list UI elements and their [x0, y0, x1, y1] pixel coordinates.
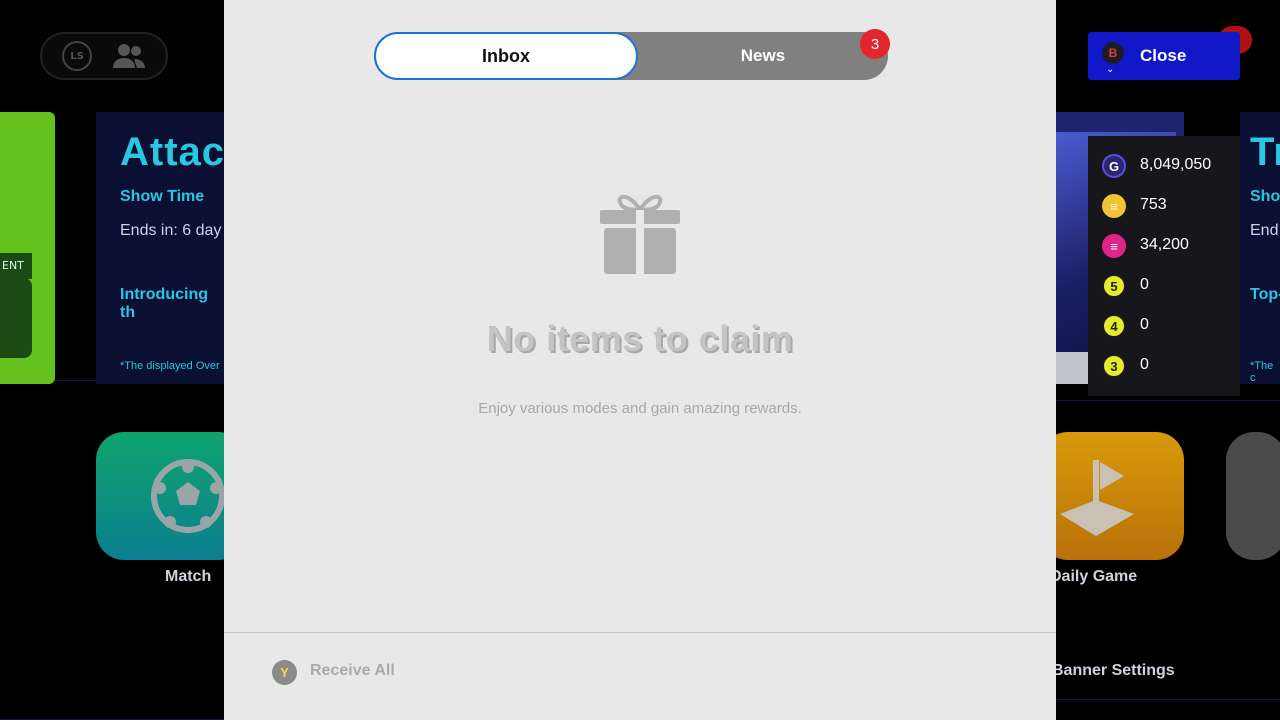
event-note: *The c — [1250, 360, 1274, 384]
receive-all-button[interactable]: Receive All — [310, 662, 395, 680]
gp-coin-icon: G — [1102, 154, 1126, 178]
close-label: Close — [1140, 46, 1187, 65]
mailbox-tabs: Inbox News 3 — [374, 29, 890, 80]
soccer-ball-icon — [151, 459, 225, 533]
banner-settings-label[interactable]: Banner Settings — [1052, 662, 1175, 680]
event-subtitle: Sho — [1250, 188, 1280, 205]
event-intro: Top- — [1250, 286, 1280, 303]
news-count-badge: 3 — [860, 29, 890, 59]
extra-mode-button[interactable] — [1226, 432, 1280, 560]
chevron-down-icon: ⌄ — [1106, 64, 1115, 75]
event-title: Tr — [1250, 130, 1280, 174]
daily-game-button[interactable] — [1040, 432, 1184, 560]
currency-value: 0 — [1140, 356, 1149, 373]
currency-row: 4 0 — [1088, 306, 1240, 346]
event-ends: Ends in: 6 day — [120, 222, 222, 239]
event-note: *The displayed Over — [120, 360, 220, 372]
match-mode-label: Match — [165, 568, 212, 585]
footer-divider — [224, 632, 1056, 633]
tab-news[interactable]: News — [638, 32, 888, 80]
currency-row: G 8,049,050 — [1088, 146, 1240, 186]
efootball-coin-icon: ≡ — [1102, 194, 1126, 218]
top-left-controls[interactable]: LS — [40, 32, 168, 80]
currency-panel: G 8,049,050 ≡ 753 ≡ 34,200 5 0 4 0 3 0 — [1088, 136, 1240, 396]
event-banner-right[interactable]: Tr Sho End Top- *The c — [1240, 112, 1280, 384]
level-5-token-icon: 5 — [1102, 274, 1126, 298]
mailbox-panel: Inbox News 3 No items to claim Enjoy var… — [224, 0, 1056, 720]
event-banner-attack[interactable]: Attac Show Time Ends in: 6 day Introduci… — [96, 112, 224, 384]
ls-stick-icon: LS — [62, 41, 92, 71]
b-button-icon: B — [1102, 42, 1124, 64]
currency-value: 34,200 — [1140, 236, 1189, 253]
currency-value: 0 — [1140, 316, 1149, 333]
level-3-token-icon: 3 — [1102, 354, 1126, 378]
y-button-icon: Y — [272, 660, 297, 685]
currency-value: 753 — [1140, 196, 1167, 213]
currency-row: 5 0 — [1088, 266, 1240, 306]
empty-state-subtitle: Enjoy various modes and gain amazing rew… — [478, 400, 802, 417]
close-button[interactable]: B ⌄ Close — [1088, 32, 1240, 80]
empty-state-title: No items to claim — [486, 318, 794, 359]
daily-game-label: Daily Game — [1050, 568, 1138, 585]
tab-inbox[interactable]: Inbox — [374, 32, 638, 80]
event-subtitle: Show Time — [120, 188, 205, 205]
level-4-token-icon: 4 — [1102, 314, 1126, 338]
friends-icon[interactable] — [112, 42, 146, 70]
event-intro: Introducing th — [120, 286, 208, 321]
currency-value: 8,049,050 — [1140, 156, 1212, 173]
currency-row: ≡ 34,200 — [1088, 226, 1240, 266]
efootball-points-icon: ≡ — [1102, 234, 1126, 258]
event-title: Attac — [120, 130, 224, 174]
event-ends: End — [1250, 222, 1279, 239]
event-banner-inner — [0, 278, 32, 358]
currency-row: ≡ 753 — [1088, 186, 1240, 226]
gift-icon — [600, 194, 680, 274]
event-tab-label: ENT — [0, 253, 32, 279]
currency-value: 0 — [1140, 276, 1149, 293]
currency-row: 3 0 — [1088, 346, 1240, 386]
flag-icon — [1060, 460, 1134, 536]
